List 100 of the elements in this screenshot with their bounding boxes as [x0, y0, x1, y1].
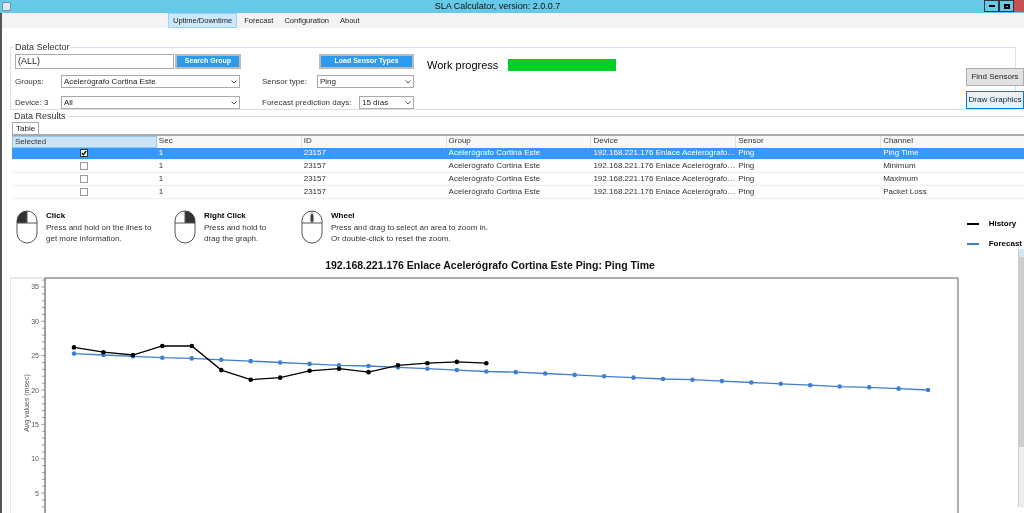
- chevron-icon: [405, 100, 411, 105]
- chart-title: 192.168.221.176 Enlace Acelerógrafo Cortina Este Ping: Ping Time: [325, 259, 655, 271]
- mouse-icon: [301, 210, 323, 244]
- data-point: [484, 369, 489, 374]
- table-cell-text: 192.168.221.176 Enlace Acelerógrafo…: [592, 160, 737, 172]
- data-point: [719, 378, 725, 384]
- table-cell-text: 1: [157, 173, 165, 185]
- data-point: [189, 343, 195, 349]
- checkbox[interactable]: [80, 175, 89, 183]
- chevron-icon: [231, 79, 237, 84]
- field-label: Groups:: [15, 75, 45, 88]
- data-point: [513, 369, 519, 375]
- table-cell-text: 23157: [302, 147, 327, 159]
- table-row[interactable]: 1 23157 Acelerógrafo Cortina Este 192.168.221.176 Enlace Acelerógrafo… Ping Minimum: [12, 160, 1024, 173]
- data-point: [690, 377, 695, 382]
- table-cell-text: 192.168.221.176 Enlace Acelerógrafo…: [592, 173, 737, 185]
- column-header[interactable]: Device: [591, 136, 737, 148]
- data-point: [866, 384, 872, 390]
- table-cell-text: Acelerógrafo Cortina Este: [447, 147, 542, 159]
- chevron-icon: [405, 79, 411, 84]
- data-point: [189, 356, 195, 361]
- checkbox[interactable]: [80, 162, 89, 170]
- data-point: [601, 373, 607, 379]
- data-point: [454, 359, 460, 365]
- data-point: [160, 343, 165, 349]
- checkbox[interactable]: [80, 188, 89, 196]
- table-tab[interactable]: Table: [12, 122, 40, 134]
- data-point: [778, 381, 784, 387]
- data-point: [631, 375, 636, 380]
- table-cell-text: Ping Time: [882, 147, 920, 159]
- table-cell-text: 192.168.221.176 Enlace Acelerógrafo…: [592, 147, 737, 159]
- table-cell-text: Ping: [737, 160, 756, 172]
- forecast-days-dropdown[interactable]: 15 días: [359, 96, 414, 110]
- table-cell-text: Packet Loss: [882, 186, 928, 198]
- progress-label: Work progress: [427, 58, 499, 74]
- column-header[interactable]: Sec: [156, 136, 302, 148]
- data-point: [749, 380, 754, 385]
- table-cell-text: 192.168.221.176 Enlace Acelerógrafo…: [592, 186, 737, 198]
- hint-title: Wheel: [331, 210, 356, 222]
- table-cell-text: 23157: [302, 160, 327, 172]
- data-point: [160, 355, 165, 360]
- data-point: [218, 367, 224, 373]
- hint-text: Press and hold on the lines to get more information.: [46, 222, 152, 244]
- table-cell-text: Maximum: [882, 173, 919, 185]
- table-cell-text: Minimum: [882, 160, 917, 172]
- legend-label: History: [988, 218, 1017, 230]
- device-dropdown[interactable]: All: [61, 96, 240, 110]
- table-cell-text: 23157: [302, 173, 327, 185]
- column-header[interactable]: Channel: [881, 136, 1024, 148]
- hint-title: Click: [46, 210, 67, 222]
- legend-label: Forecast: [988, 238, 1022, 250]
- window-title: SLA Calculator, version: 2.0.0.7: [433, 0, 562, 13]
- table-cell-text: 1: [157, 186, 165, 198]
- table-cell-text: Acelerógrafo Cortina Este: [447, 173, 542, 185]
- app-icon: [2, 2, 11, 11]
- table-row[interactable]: 1 23157 Acelerógrafo Cortina Este 192.168.221.176 Enlace Acelerógrafo… Ping Maximum: [12, 173, 1024, 186]
- hint-text: Press and drag to select an area to zoom in. Or double-click to reset the zoom.: [331, 222, 488, 244]
- column-header[interactable]: ID: [301, 136, 447, 148]
- chevron-icon: [231, 100, 237, 105]
- table-row[interactable]: 1 23157 Acelerógrafo Cortina Este 192.168.221.176 Enlace Acelerógrafo… Ping Packet Loss: [12, 186, 1024, 199]
- checkbox[interactable]: [80, 149, 89, 157]
- table-cell-text: 23157: [302, 186, 327, 198]
- data-point: [925, 387, 931, 393]
- scrollbar[interactable]: [1018, 249, 1024, 507]
- restore-icon[interactable]: [999, 0, 1014, 12]
- search-field[interactable]: (ALL): [15, 54, 174, 70]
- mouse-icon: [174, 210, 196, 244]
- hint-text: Press and hold to drag the graph.: [204, 222, 267, 244]
- column-header[interactable]: Group: [446, 136, 592, 148]
- data-point: [248, 358, 253, 364]
- field-label: Device: 3: [15, 96, 50, 109]
- groups-dropdown[interactable]: Acelerógrafo Cortina Este: [61, 75, 240, 89]
- data-point: [837, 384, 842, 389]
- group-title: Data Results: [13, 111, 67, 122]
- column-header[interactable]: Selected: [12, 136, 157, 148]
- table-cell-text: Acelerógrafo Cortina Este: [447, 160, 542, 172]
- data-point: [807, 382, 813, 388]
- field-label: Sensor type:: [262, 75, 308, 88]
- table-cell-text: Ping: [737, 186, 756, 198]
- field-label: Forecast prediction days:: [262, 96, 353, 109]
- hint-title: Right Click: [204, 210, 247, 222]
- find-sensors-button[interactable]: Find Sensors: [966, 68, 1024, 87]
- data-point: [454, 367, 460, 373]
- data-point: [277, 375, 283, 380]
- data-point: [218, 357, 224, 363]
- column-header[interactable]: Sensor: [736, 136, 882, 148]
- table-cell-text: 1: [157, 160, 165, 172]
- minimize-icon[interactable]: [984, 0, 999, 12]
- sensor-type-dropdown[interactable]: Ping: [317, 75, 414, 89]
- draw-graphics-button[interactable]: Draw Graphics: [966, 91, 1024, 110]
- data-point: [660, 376, 666, 382]
- data-point: [572, 372, 577, 378]
- data-point: [542, 371, 548, 376]
- data-point: [484, 360, 489, 366]
- mouse-icon: [16, 210, 38, 244]
- data-point: [248, 377, 253, 382]
- table-cell-text: Ping: [737, 173, 756, 185]
- data-point: [896, 386, 901, 391]
- table-cell-text: 1: [157, 147, 165, 159]
- data-point: [277, 360, 283, 365]
